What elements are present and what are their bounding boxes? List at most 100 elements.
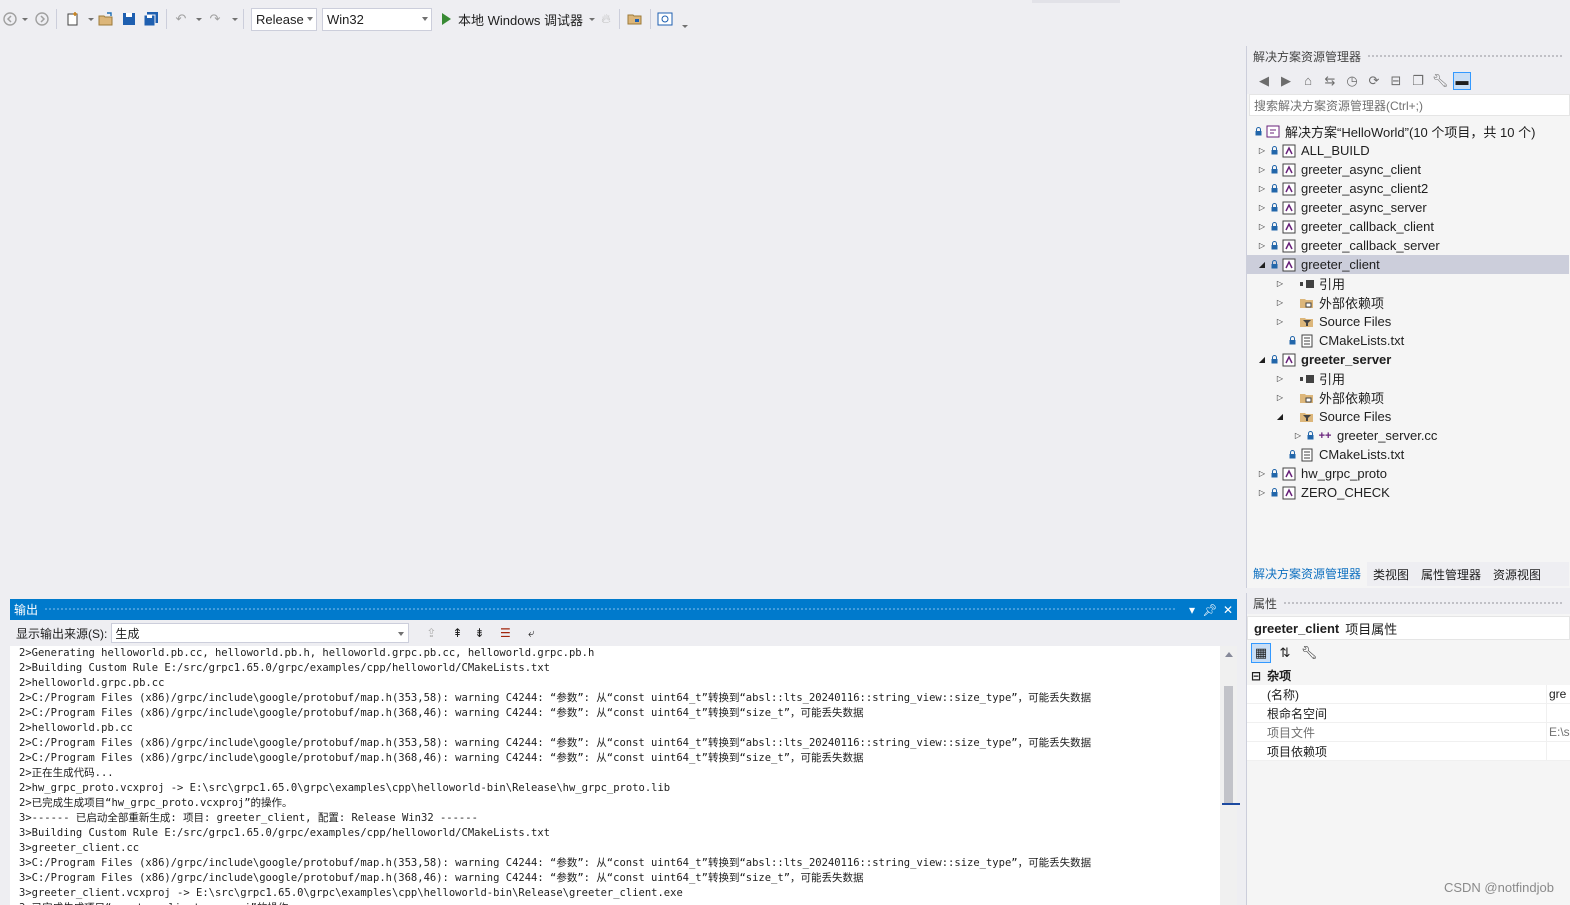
switch-views-icon[interactable]: ⇆ [1321,72,1339,90]
configuration-select[interactable]: Release [251,8,317,31]
expand-arrow-icon[interactable]: ▷ [1257,488,1267,497]
tree-item-greeter-client[interactable]: ◢ greeter_client [1247,255,1569,274]
close-icon[interactable]: ✕ [1219,603,1237,617]
screenshot-tool-icon[interactable] [656,9,674,29]
property-category[interactable]: ⊟ 杂项 [1247,666,1570,685]
tab-class-view[interactable]: 类视图 [1367,562,1415,587]
undo-icon[interactable]: ↶ [172,9,190,29]
output-source-select[interactable]: 生成 [111,623,410,643]
collapse-arrow-icon[interactable]: ◢ [1275,412,1285,421]
go-to-next-message-icon[interactable]: ⇟ [469,623,489,643]
collapse-arrow-icon[interactable]: ◢ [1257,355,1267,364]
properties-object-selector[interactable]: greeter_client 项目属性 [1247,616,1570,640]
preview-selected-items-icon[interactable]: ▬ [1453,71,1471,90]
chevron-down-icon [398,632,405,636]
tree-item-project[interactable]: ▷ greeter_callback_client [1247,217,1569,236]
pin-icon[interactable]: 📌︎ [1201,603,1219,617]
toggle-word-wrap-icon[interactable]: ⤶ [521,623,541,643]
tree-item-project[interactable]: ▷ greeter_async_client [1247,160,1569,179]
collapse-all-icon[interactable]: ⊟ [1387,72,1405,90]
tree-item-cmakelists[interactable]: CMakeLists.txt [1247,331,1569,350]
scroll-up-arrow-icon[interactable] [1225,652,1233,657]
start-debugging-button[interactable]: 本地 Windows 调试器 [440,9,596,29]
save-all-icon[interactable] [142,9,160,29]
tree-item-source-files[interactable]: ◢ Source Files [1247,407,1569,426]
property-pages-wrench-icon[interactable]: 🔧︎ [1299,643,1319,663]
properties-wrench-icon[interactable]: 🔧︎ [1431,72,1449,90]
tree-item-project[interactable]: ▷ greeter_async_client2 [1247,179,1569,198]
find-message-in-code-icon[interactable]: ⇪ [421,623,441,643]
project-label: greeter_callback_server [1301,238,1440,253]
tree-item-project[interactable]: ▷ greeter_async_server [1247,198,1569,217]
toolbar-overflow-icon[interactable] [678,16,688,36]
categorized-icon[interactable]: ▦ [1251,643,1271,663]
tree-item-solution[interactable]: 解决方案“HelloWorld”(10 个项目，共 10 个) [1247,122,1569,141]
node-label: CMakeLists.txt [1319,447,1405,462]
tree-item-external-deps[interactable]: ▷ 外部依赖项 [1247,293,1569,312]
expand-arrow-icon[interactable]: ▷ [1257,203,1267,212]
expand-arrow-icon[interactable]: ▷ [1257,222,1267,231]
tab-property-manager[interactable]: 属性管理器 [1415,562,1487,587]
property-row[interactable]: 项目依赖项 [1247,742,1570,761]
open-file-icon[interactable] [97,9,115,29]
show-all-files-icon[interactable]: ❐ [1409,72,1427,90]
back-dropdown-icon[interactable] [18,9,28,29]
tree-item-external-deps[interactable]: ▷ 外部依赖项 [1247,388,1569,407]
property-row[interactable]: 项目文件 E:\s [1247,723,1570,742]
sync-icon[interactable]: ⟳ [1365,72,1383,90]
tree-item-cpp-file[interactable]: ▷ ++ greeter_server.cc [1247,426,1569,445]
expand-arrow-icon[interactable]: ▷ [1275,374,1285,383]
forward-icon[interactable]: ▶ [1277,72,1295,90]
tree-item-references[interactable]: ▷ 引用 [1247,369,1569,388]
scrollbar-thumb[interactable] [1224,686,1233,804]
scroll-position-marker [1222,803,1240,805]
back-icon[interactable] [2,9,18,29]
expand-arrow-icon[interactable]: ▷ [1257,165,1267,174]
tree-item-project[interactable]: ▷ ALL_BUILD [1247,141,1569,160]
tree-item-greeter-server[interactable]: ◢ greeter_server [1247,350,1569,369]
new-dropdown-icon[interactable] [84,9,94,29]
home-icon[interactable]: ⌂ [1299,72,1317,90]
collapse-icon[interactable]: ⊟ [1251,669,1261,683]
solution-explorer-search-input[interactable]: 搜索解决方案资源管理器(Ctrl+;) [1249,94,1570,116]
hot-reload-icon[interactable]: 🔥︎ [598,9,614,29]
tree-item-project[interactable]: ▷ hw_grpc_proto [1247,464,1569,483]
undo-dropdown-icon[interactable] [192,9,202,29]
property-name: (名称) [1247,685,1547,703]
collapse-arrow-icon[interactable]: ◢ [1257,260,1267,269]
expand-arrow-icon[interactable]: ▷ [1275,317,1285,326]
expand-arrow-icon[interactable]: ▷ [1275,279,1285,288]
clear-all-icon[interactable]: ☰ [495,623,515,643]
tab-solution-explorer[interactable]: 解决方案资源管理器 [1247,560,1368,588]
new-project-icon[interactable] [64,9,82,29]
property-row[interactable]: 根命名空间 [1247,704,1570,723]
property-row[interactable]: (名称) gre [1247,685,1570,704]
save-icon[interactable] [120,9,138,29]
platform-select[interactable]: Win32 [322,8,432,31]
tree-item-project[interactable]: ▷ ZERO_CHECK [1247,483,1569,502]
tree-item-references[interactable]: ▷ 引用 [1247,274,1569,293]
expand-arrow-icon[interactable]: ▷ [1257,146,1267,155]
expand-arrow-icon[interactable]: ▷ [1275,298,1285,307]
alphabetical-icon[interactable]: ⇅ [1275,643,1295,663]
back-icon[interactable]: ◀ [1255,72,1273,90]
window-menu-chevron-icon[interactable]: ▾ [1183,603,1201,617]
output-line: 3>已完成生成项目“greeter_client.vcxproj”的操作。 [19,901,1220,905]
find-in-files-icon[interactable] [626,9,644,29]
expand-arrow-icon[interactable]: ▷ [1257,469,1267,478]
forward-icon[interactable] [34,9,50,29]
tree-item-source-files[interactable]: ▷ Source Files [1247,312,1569,331]
tree-item-cmakelists[interactable]: CMakeLists.txt [1247,445,1569,464]
redo-dropdown-icon[interactable] [228,9,238,29]
tree-item-project[interactable]: ▷ greeter_callback_server [1247,236,1569,255]
output-text-area[interactable]: 2>Generating helloworld.pb.cc, helloworl… [10,646,1220,905]
go-to-previous-message-icon[interactable]: ⇞ [447,623,467,643]
tab-resource-view[interactable]: 资源视图 [1487,562,1547,587]
expand-arrow-icon[interactable]: ▷ [1293,431,1303,440]
expand-arrow-icon[interactable]: ▷ [1257,241,1267,250]
pending-changes-filter-icon[interactable]: ◷ [1343,72,1361,90]
expand-arrow-icon[interactable]: ▷ [1275,393,1285,402]
redo-icon[interactable]: ↷ [206,9,224,29]
expand-arrow-icon[interactable]: ▷ [1257,184,1267,193]
output-vertical-scrollbar[interactable] [1220,646,1237,905]
